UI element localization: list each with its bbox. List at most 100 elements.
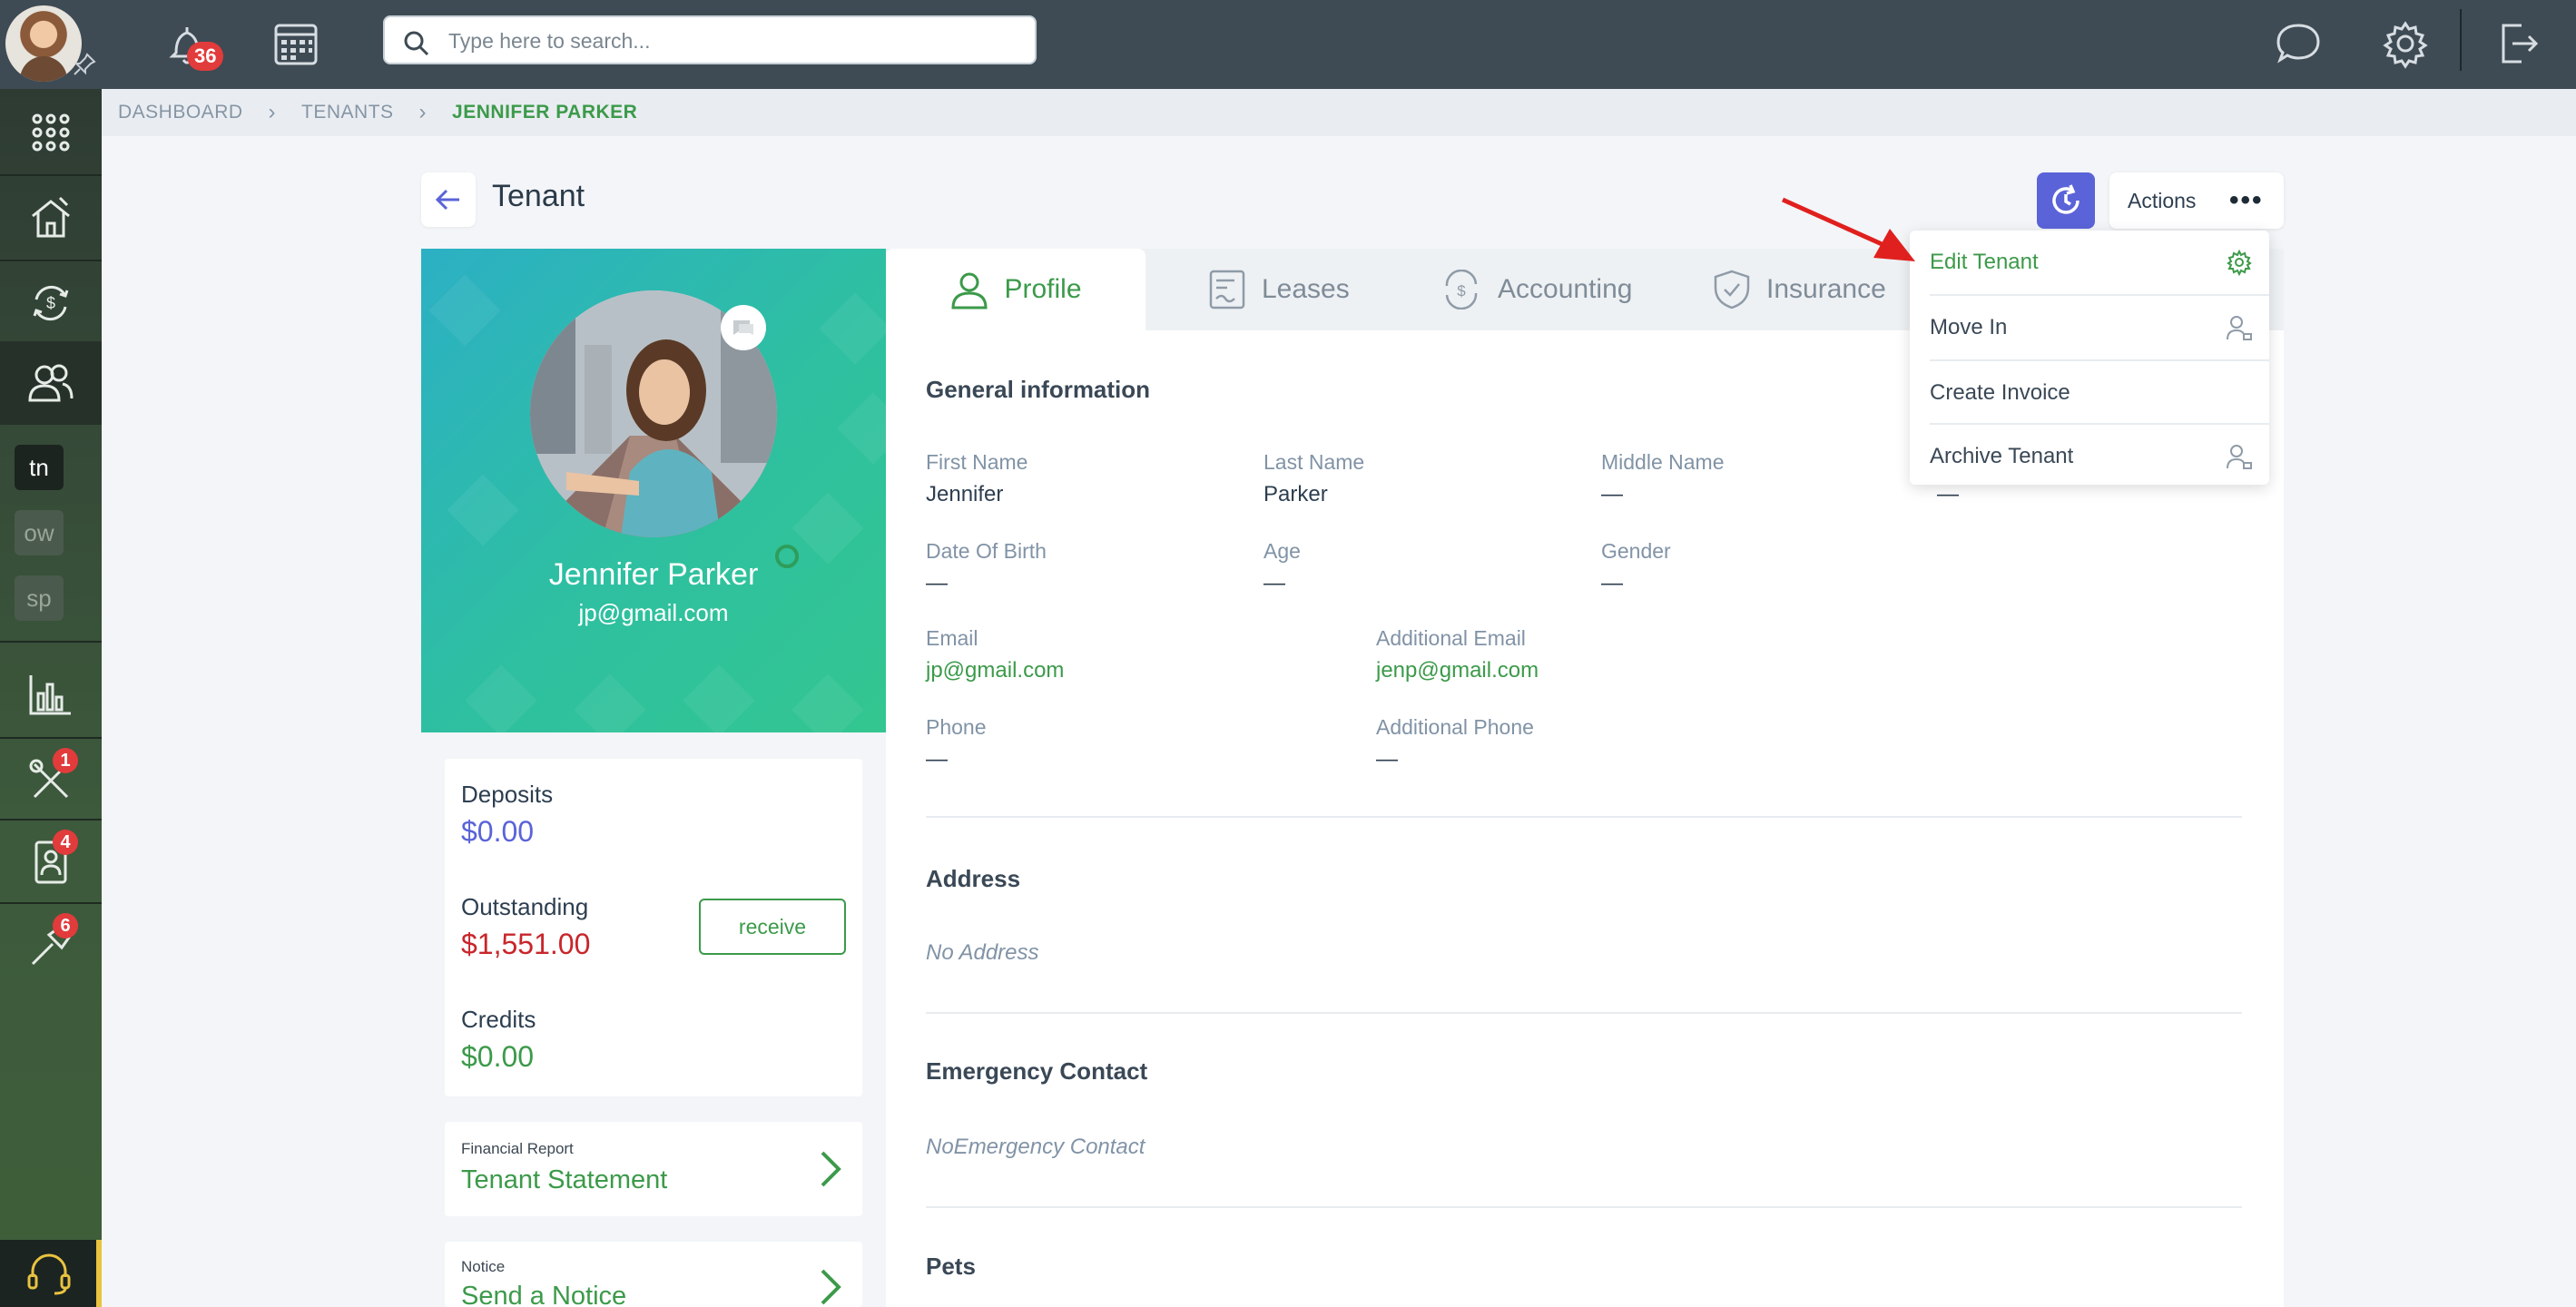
- create-invoice-label: Create Invoice: [1930, 380, 2070, 405]
- user-key-icon: [2227, 316, 2252, 340]
- pets-title: Pets: [926, 1253, 976, 1280]
- last-name-label: Last Name: [1263, 450, 1365, 474]
- divider: [926, 816, 2242, 818]
- middle-name-label: Middle Name: [1601, 450, 1725, 474]
- notifications-bell-icon[interactable]: 36: [160, 16, 224, 71]
- sidebar-item-tenants[interactable]: [0, 341, 102, 425]
- tenant-statement-link[interactable]: Financial Report Tenant Statement: [445, 1122, 862, 1216]
- tools-badge: 6: [53, 913, 78, 938]
- sidebar-item-properties[interactable]: [0, 176, 102, 260]
- topbar-divider: [2460, 9, 2462, 71]
- gender-label: Gender: [1601, 539, 1671, 563]
- gear-icon: [2227, 249, 2252, 276]
- menu-item-edit-tenant[interactable]: Edit Tenant: [1910, 231, 2269, 294]
- menu-item-move-in[interactable]: Move In: [1910, 296, 2269, 359]
- chat-icon[interactable]: [2271, 16, 2325, 71]
- tab-accounting-label: Accounting: [1498, 274, 1633, 304]
- back-button[interactable]: [421, 172, 476, 227]
- arrow-left-icon: [435, 189, 459, 211]
- divider: [926, 1012, 2242, 1014]
- menu-item-archive-tenant[interactable]: Archive Tenant: [1910, 425, 2269, 488]
- sidebar-item-accounting[interactable]: $: [0, 261, 102, 345]
- breadcrumb-tenants[interactable]: TENANTS: [301, 102, 394, 123]
- actions-dropdown: Edit Tenant Move In Create Invoice Archi…: [1910, 231, 2269, 485]
- credits-value: $0.00: [461, 1040, 535, 1073]
- notice-label: Notice: [461, 1258, 506, 1275]
- support-button[interactable]: [0, 1240, 98, 1307]
- tab-insurance-label: Insurance: [1766, 274, 1886, 304]
- actions-menu-button[interactable]: Actions •••: [2109, 172, 2284, 229]
- annotation-arrow-icon: [1781, 197, 1915, 261]
- first-name-label: First Name: [926, 450, 1028, 474]
- sidebar-item-utilities[interactable]: 6: [0, 904, 102, 988]
- search-input[interactable]: [448, 25, 1011, 57]
- phone-value: —: [926, 747, 948, 771]
- support-accent: [96, 1240, 102, 1307]
- user-avatar[interactable]: [5, 5, 82, 82]
- receive-button[interactable]: receive: [699, 899, 846, 955]
- house-icon: [32, 196, 70, 238]
- money-cycle-icon: $: [1445, 270, 1478, 310]
- more-dots-icon[interactable]: •••: [2229, 187, 2264, 214]
- calendar-icon[interactable]: [269, 16, 323, 71]
- additional-email-value[interactable]: jenp@gmail.com: [1376, 658, 1539, 683]
- search-icon: [404, 31, 429, 56]
- sidebar-item-reports[interactable]: [0, 654, 102, 737]
- sidebar-item-requests[interactable]: 4: [0, 821, 102, 904]
- people-icon: [28, 364, 74, 402]
- first-name-value: Jennifer: [926, 482, 1004, 506]
- deposits-label: Deposits: [461, 781, 554, 808]
- search-box[interactable]: [383, 15, 1037, 64]
- sidebar-item-ow[interactable]: ow: [15, 510, 64, 555]
- phone-label: Phone: [926, 715, 987, 739]
- send-notice-label: Send a Notice: [461, 1282, 627, 1307]
- divider: [926, 1206, 2242, 1208]
- general-info-title: General information: [926, 376, 1151, 403]
- address-empty: No Address: [926, 940, 1039, 965]
- document-icon: [1209, 270, 1245, 310]
- sidebar-item-apps[interactable]: [0, 91, 102, 174]
- chevron-right-icon: [821, 1151, 841, 1187]
- tab-profile-label: Profile: [1004, 274, 1082, 304]
- person-icon: [951, 272, 988, 310]
- breadcrumb-dashboard[interactable]: DASHBOARD: [118, 102, 243, 123]
- top-bar: 36: [0, 0, 2576, 89]
- outstanding-label: Outstanding: [461, 893, 589, 920]
- emergency-contact-title: Emergency Contact: [926, 1057, 1148, 1085]
- age-value: —: [1263, 571, 1285, 595]
- user-archive-icon: [2227, 445, 2252, 469]
- message-icon[interactable]: [721, 305, 766, 350]
- tab-accounting[interactable]: $ Accounting: [1440, 249, 1632, 330]
- requests-badge: 4: [53, 830, 78, 855]
- age-label: Age: [1263, 539, 1301, 563]
- middle-name-value: —: [1601, 482, 1623, 506]
- menu-item-create-invoice[interactable]: Create Invoice: [1910, 361, 2269, 425]
- refresh-button[interactable]: [2037, 172, 2095, 229]
- sidebar-item-tn[interactable]: tn: [15, 445, 64, 490]
- move-in-label: Move In: [1930, 315, 2008, 339]
- notifications-badge: 36: [187, 42, 224, 71]
- send-notice-link[interactable]: Notice Send a Notice: [445, 1242, 862, 1307]
- edit-tenant-label: Edit Tenant: [1930, 250, 2039, 274]
- shield-icon: [1714, 270, 1750, 310]
- chevron-right-icon: ›: [418, 100, 428, 124]
- logout-icon[interactable]: [2489, 16, 2543, 71]
- money-cycle-icon: $: [33, 285, 69, 321]
- maintenance-badge: 1: [53, 748, 78, 773]
- tab-leases[interactable]: Leases: [1207, 249, 1350, 330]
- breadcrumb: DASHBOARD › TENANTS › JENNIFER PARKER: [102, 89, 2576, 136]
- email-value[interactable]: jp@gmail.com: [926, 658, 1064, 683]
- address-title: Address: [926, 865, 1021, 892]
- bar-chart-icon: [29, 675, 71, 715]
- additional-email-label: Additional Email: [1376, 626, 1526, 650]
- dob-value: —: [926, 571, 948, 595]
- additional-phone-value: —: [1376, 747, 1398, 771]
- tab-profile[interactable]: Profile: [886, 249, 1145, 330]
- sidebar-item-maintenance[interactable]: 1: [0, 739, 102, 822]
- actions-label: Actions: [2128, 189, 2197, 212]
- settings-gear-icon[interactable]: [2378, 16, 2433, 71]
- outstanding-value: $1,551.00: [461, 928, 591, 960]
- headset-icon: [27, 1253, 71, 1295]
- sidebar-item-sp[interactable]: sp: [15, 575, 64, 621]
- pin-icon[interactable]: [73, 53, 96, 76]
